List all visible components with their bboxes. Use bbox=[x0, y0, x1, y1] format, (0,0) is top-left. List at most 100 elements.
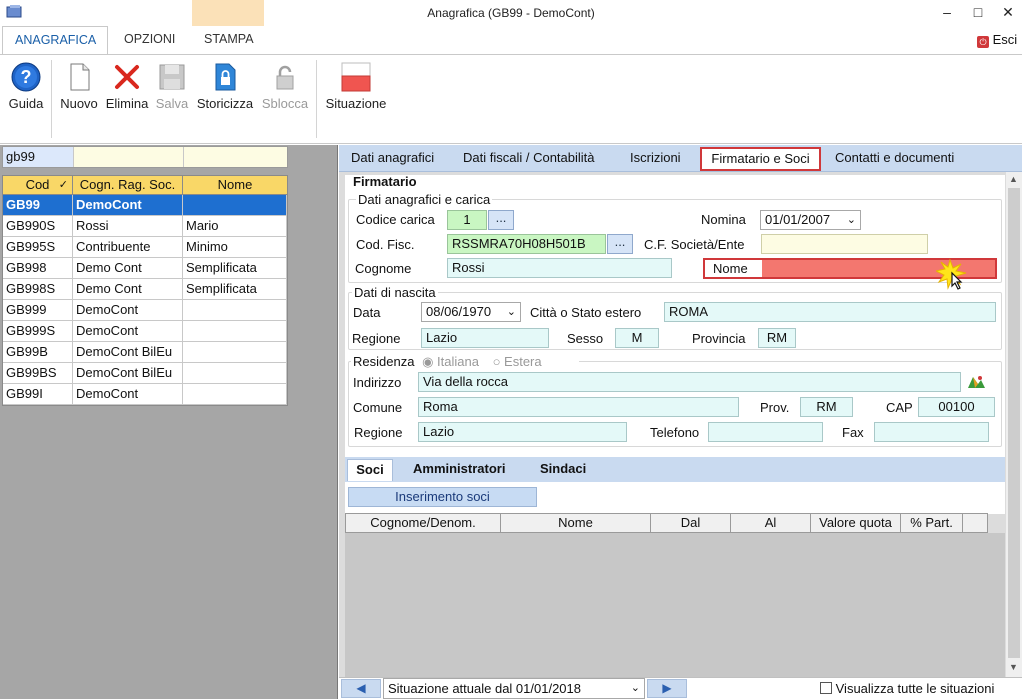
tab-contatti-documenti[interactable]: Contatti e documenti bbox=[835, 150, 954, 165]
tab-sindaci[interactable]: Sindaci bbox=[540, 461, 586, 476]
nuovo-button[interactable]: Nuovo bbox=[57, 62, 101, 118]
exit-button[interactable]: ⏻ Esci bbox=[977, 32, 1017, 48]
citta-field[interactable]: ROMA bbox=[664, 302, 996, 322]
telefono-field[interactable] bbox=[708, 422, 823, 442]
sblocca-button[interactable]: Sblocca bbox=[259, 62, 311, 118]
table-row[interactable]: GB990S Rossi Mario bbox=[3, 216, 287, 237]
situazione-button[interactable]: Situazione bbox=[322, 62, 390, 118]
visualizza-tutte-checkbox[interactable]: Visualizza tutte le situazioni bbox=[820, 681, 994, 696]
storicizza-button[interactable]: Storicizza bbox=[194, 62, 256, 118]
situazione-select[interactable]: Situazione attuale dal 01/01/2018 ⌄ bbox=[383, 678, 645, 699]
indirizzo-label: Indirizzo bbox=[353, 375, 402, 390]
tab-soci[interactable]: Soci bbox=[347, 459, 393, 481]
codice-carica-field[interactable]: 1 bbox=[447, 210, 487, 230]
soci-col-al[interactable]: Al bbox=[731, 514, 811, 532]
table-row[interactable]: GB999 DemoCont bbox=[3, 300, 287, 321]
tab-anagrafica[interactable]: ANAGRAFICA bbox=[2, 26, 108, 55]
cf-societa-field[interactable] bbox=[761, 234, 928, 254]
right-arrow-icon: ▶ bbox=[662, 681, 672, 695]
table-row[interactable]: GB995S Contribuente Minimo bbox=[3, 237, 287, 258]
col-header-nome[interactable]: Nome bbox=[183, 176, 287, 194]
tab-stampa[interactable]: STAMPA bbox=[192, 26, 266, 54]
soci-col-valore-quota[interactable]: Valore quota bbox=[811, 514, 901, 532]
scroll-up-icon[interactable]: ▲ bbox=[1009, 174, 1018, 184]
indirizzo-field[interactable]: Via della rocca bbox=[418, 372, 961, 392]
vertical-scrollbar[interactable]: ▲ ▼ bbox=[1006, 172, 1022, 677]
prev-situazione-button[interactable]: ◀ bbox=[341, 679, 381, 698]
exit-label: Esci bbox=[992, 32, 1018, 47]
cap-field[interactable]: 00100 bbox=[918, 397, 995, 417]
nascita-date-picker[interactable]: 08/06/1970 ⌄ bbox=[421, 302, 521, 322]
inserimento-soci-button[interactable]: Inserimento soci bbox=[348, 487, 537, 507]
sesso-field[interactable]: M bbox=[615, 328, 659, 348]
new-document-icon bbox=[70, 63, 90, 91]
soci-col-dal[interactable]: Dal bbox=[651, 514, 731, 532]
soci-col-cognome[interactable]: Cognome/Denom. bbox=[346, 514, 501, 532]
col-header-cod[interactable]: Cod ✓ bbox=[3, 176, 73, 194]
close-window-button[interactable]: ✕ bbox=[998, 3, 1018, 21]
table-row[interactable]: GB99BS DemoCont BilEu bbox=[3, 363, 287, 384]
provincia-label: Provincia bbox=[692, 331, 746, 346]
tab-opzioni[interactable]: OPZIONI bbox=[112, 26, 187, 54]
filter-code-input[interactable]: gb99 bbox=[3, 147, 73, 167]
nascita-data-label: Data bbox=[353, 305, 381, 320]
storicizza-label: Storicizza bbox=[196, 96, 254, 111]
cell-cod: GB99 bbox=[3, 195, 73, 215]
table-row[interactable]: GB999S DemoCont bbox=[3, 321, 287, 342]
soci-col-nome[interactable]: Nome bbox=[501, 514, 651, 532]
prov-field[interactable]: RM bbox=[800, 397, 853, 417]
comune-label: Comune bbox=[353, 400, 403, 415]
anagrafica-grid: GB99 DemoCont GB990S Rossi Mario GB995S Contri… bbox=[2, 195, 288, 406]
cod-fisc-field[interactable]: RSSMRA70H08H501B bbox=[447, 234, 606, 254]
visualizza-tutte-label: Visualizza tutte le situazioni bbox=[835, 681, 995, 696]
codice-carica-lookup-button[interactable]: ... bbox=[488, 210, 514, 230]
situazione-value: Situazione attuale dal 01/01/2018 bbox=[388, 681, 581, 696]
table-row[interactable]: GB99 DemoCont bbox=[3, 195, 287, 216]
guida-button[interactable]: ? Guida bbox=[6, 62, 46, 118]
cell-nome bbox=[183, 321, 287, 341]
minimize-button[interactable]: – bbox=[937, 3, 957, 21]
cod-fisc-lookup-button[interactable]: ... bbox=[607, 234, 633, 254]
table-row[interactable]: GB99I DemoCont bbox=[3, 384, 287, 405]
codice-carica-label: Codice carica bbox=[356, 212, 435, 227]
telefono-label: Telefono bbox=[650, 425, 700, 440]
cognome-field[interactable]: Rossi bbox=[447, 258, 672, 278]
nascita-regione-field[interactable]: Lazio bbox=[421, 328, 549, 348]
soci-col-part[interactable]: % Part. bbox=[901, 514, 963, 532]
tab-firmatario-soci[interactable]: Firmatario e Soci bbox=[700, 147, 821, 171]
scroll-thumb[interactable] bbox=[1008, 188, 1020, 658]
cell-nome: Semplificata bbox=[183, 279, 287, 299]
tab-dati-fiscali[interactable]: Dati fiscali / Contabilità bbox=[463, 150, 595, 165]
map-icon[interactable] bbox=[967, 374, 985, 390]
tab-dati-anagrafici[interactable]: Dati anagrafici bbox=[351, 150, 434, 165]
filter-rag-input[interactable] bbox=[73, 147, 183, 167]
salva-button[interactable]: Salva bbox=[153, 62, 191, 118]
soci-table-body bbox=[345, 533, 1005, 677]
tab-amministratori[interactable]: Amministratori bbox=[413, 461, 505, 476]
svg-text:?: ? bbox=[21, 67, 32, 87]
provincia-field[interactable]: RM bbox=[758, 328, 796, 348]
comune-field[interactable]: Roma bbox=[418, 397, 739, 417]
group-anagrafici-carica-label: Dati anagrafici e carica bbox=[356, 192, 493, 207]
table-row[interactable]: GB998S Demo Cont Semplificata bbox=[3, 279, 287, 300]
tab-iscrizioni[interactable]: Iscrizioni bbox=[630, 150, 681, 165]
col-header-rag[interactable]: Cogn. Rag. Soc. bbox=[73, 176, 183, 194]
nomina-label: Nomina bbox=[701, 212, 746, 227]
filter-nome-input[interactable] bbox=[183, 147, 287, 167]
next-situazione-button[interactable]: ▶ bbox=[647, 679, 687, 698]
scroll-down-icon[interactable]: ▼ bbox=[1009, 662, 1018, 672]
checkbox-box[interactable] bbox=[820, 682, 832, 694]
fax-field[interactable] bbox=[874, 422, 989, 442]
table-row[interactable]: GB99B DemoCont BilEu bbox=[3, 342, 287, 363]
residenza-regione-field[interactable]: Lazio bbox=[418, 422, 627, 442]
cell-cod: GB998S bbox=[3, 279, 73, 299]
radio-italiana[interactable]: ◉ Italiana bbox=[422, 354, 479, 369]
residenza-regione-label: Regione bbox=[354, 425, 403, 440]
maximize-button[interactable]: □ bbox=[968, 3, 988, 21]
title-bar: Anagrafica (GB99 - DemoCont) – □ ✕ bbox=[0, 0, 1022, 26]
radio-estera[interactable]: ○ Estera bbox=[493, 354, 542, 369]
cell-nome bbox=[183, 363, 287, 383]
table-row[interactable]: GB998 Demo Cont Semplificata bbox=[3, 258, 287, 279]
nomina-date-picker[interactable]: 01/01/2007 ⌄ bbox=[760, 210, 861, 230]
elimina-button[interactable]: Elimina bbox=[104, 62, 150, 118]
